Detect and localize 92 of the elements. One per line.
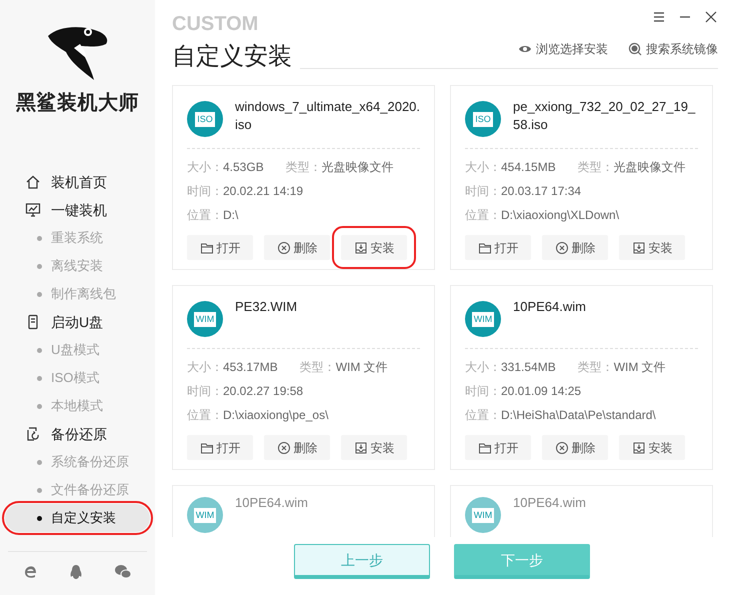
file-type-label: WIM xyxy=(472,508,494,522)
file-name: 10PE64.wim xyxy=(513,494,586,512)
file-location: 位置：D:\HeiSha\Data\Pe\standard\ xyxy=(465,407,656,424)
file-type: 类型：光盘映像文件 xyxy=(286,159,394,176)
file-size: 大小：331.54MB xyxy=(465,359,556,376)
bullet-icon xyxy=(37,460,42,464)
app-name: 黑鲨装机大师 xyxy=(16,90,139,116)
nav-label: 文件备份还原 xyxy=(51,481,129,500)
file-type-label: WIM xyxy=(194,508,216,522)
file-name: 10PE64.wim xyxy=(513,298,586,316)
nav-label: U盘模式 xyxy=(51,341,100,360)
file-time: 时间：20.02.27 19:58 xyxy=(187,383,304,400)
nav-label: 系统备份还原 xyxy=(51,453,129,472)
file-type-label: ISO xyxy=(195,112,215,126)
open-button[interactable]: 打开 xyxy=(187,435,253,460)
delete-circle-icon xyxy=(276,440,290,454)
delete-button[interactable]: 删除 xyxy=(264,235,330,260)
nav-label: 装机首页 xyxy=(51,172,107,192)
folder-icon xyxy=(200,440,214,454)
file-type: 类型：WIM 文件 xyxy=(578,359,666,376)
nav-label: 自定义安装 xyxy=(51,509,116,528)
open-button[interactable]: 打开 xyxy=(465,435,531,460)
download-tray-icon xyxy=(632,440,646,454)
install-button[interactable]: 安装 xyxy=(619,235,685,260)
file-type-label: WIM xyxy=(194,312,216,326)
delete-circle-icon xyxy=(554,440,568,454)
file-name: pe_xxiong_732_20_02_27_19_58.iso xyxy=(513,98,696,134)
delete-button[interactable]: 删除 xyxy=(542,235,608,260)
folder-icon xyxy=(478,240,492,254)
file-time: 时间：20.01.09 14:25 xyxy=(465,383,582,400)
nav-label: 启动U盘 xyxy=(51,312,104,332)
bullet-icon xyxy=(37,292,42,296)
file-location: 位置：D:\xiaoxiong\XLDown\ xyxy=(465,207,620,224)
download-tray-icon xyxy=(354,240,368,254)
download-tray-icon xyxy=(632,240,646,254)
nav-label: 一键装机 xyxy=(51,200,107,220)
nav-label: 离线安装 xyxy=(51,257,103,276)
file-time: 时间：20.03.17 17:34 xyxy=(465,183,582,200)
penguin-icon[interactable] xyxy=(68,564,84,580)
nav-label: 本地模式 xyxy=(51,397,103,416)
file-name: windows_7_ultimate_x64_2020.iso xyxy=(235,98,420,134)
nav-item[interactable]: 装机首页 xyxy=(5,168,150,196)
install-button[interactable]: 安装 xyxy=(341,235,407,260)
backup-icon xyxy=(25,426,41,442)
browser-e-icon[interactable] xyxy=(22,564,39,580)
delete-circle-icon xyxy=(276,240,290,254)
open-button[interactable]: 打开 xyxy=(465,235,531,260)
nav-item[interactable]: 启动U盘 xyxy=(5,308,150,336)
close-icon[interactable] xyxy=(704,10,718,24)
menu-icon[interactable] xyxy=(652,10,666,24)
bullet-icon xyxy=(37,404,42,408)
nav-label: 制作离线包 xyxy=(51,285,116,304)
file-type: 类型：WIM 文件 xyxy=(300,359,388,376)
file-time: 时间：20.02.21 14:19 xyxy=(187,183,304,200)
file-name: 10PE64.wim xyxy=(235,494,308,512)
folder-icon xyxy=(478,440,492,454)
nav-label: 备份还原 xyxy=(51,424,107,444)
download-tray-icon xyxy=(354,440,368,454)
home-icon xyxy=(25,174,41,190)
chat-bubbles-icon[interactable] xyxy=(114,564,132,580)
file-size: 大小：454.15MB xyxy=(465,159,556,176)
file-type-label: WIM xyxy=(472,312,494,326)
delete-circle-icon xyxy=(554,240,568,254)
nav-label: 重装系统 xyxy=(51,229,103,248)
nav-item[interactable]: 备份还原 xyxy=(5,420,150,448)
folder-icon xyxy=(200,240,214,254)
toolbar-link[interactable]: 搜索系统镜像 xyxy=(628,40,718,58)
delete-button[interactable]: 删除 xyxy=(542,435,608,460)
install-button[interactable]: 安装 xyxy=(341,435,407,460)
nav-item[interactable]: 一键装机 xyxy=(5,196,150,224)
bullet-icon xyxy=(37,488,42,492)
open-button[interactable]: 打开 xyxy=(187,235,253,260)
page-title: 自定义安装 xyxy=(172,45,292,70)
file-name: PE32.WIM xyxy=(235,298,298,316)
monitor-icon xyxy=(25,202,41,218)
bullet-icon xyxy=(37,376,42,380)
bullet-icon xyxy=(37,348,42,352)
file-location: 位置：D:\ xyxy=(187,207,238,224)
bullet-icon xyxy=(37,516,42,520)
file-location: 位置：D:\xiaoxiong\pe_os\ xyxy=(187,407,328,424)
search-icon xyxy=(628,42,642,56)
nav-label: ISO模式 xyxy=(51,369,100,388)
bullet-icon xyxy=(37,264,42,268)
install-button[interactable]: 安装 xyxy=(619,435,685,460)
toolbar-link[interactable]: 浏览选择安装 xyxy=(518,40,608,58)
nav-subitem[interactable]: 自定义安装 xyxy=(5,504,150,532)
file-size: 大小：453.17MB xyxy=(187,359,278,376)
file-type: 类型：光盘映像文件 xyxy=(578,159,686,176)
bullet-icon xyxy=(37,236,42,240)
file-size: 大小：4.53GB xyxy=(187,159,264,176)
file-type-label: ISO xyxy=(473,112,493,126)
delete-button[interactable]: 删除 xyxy=(264,435,330,460)
